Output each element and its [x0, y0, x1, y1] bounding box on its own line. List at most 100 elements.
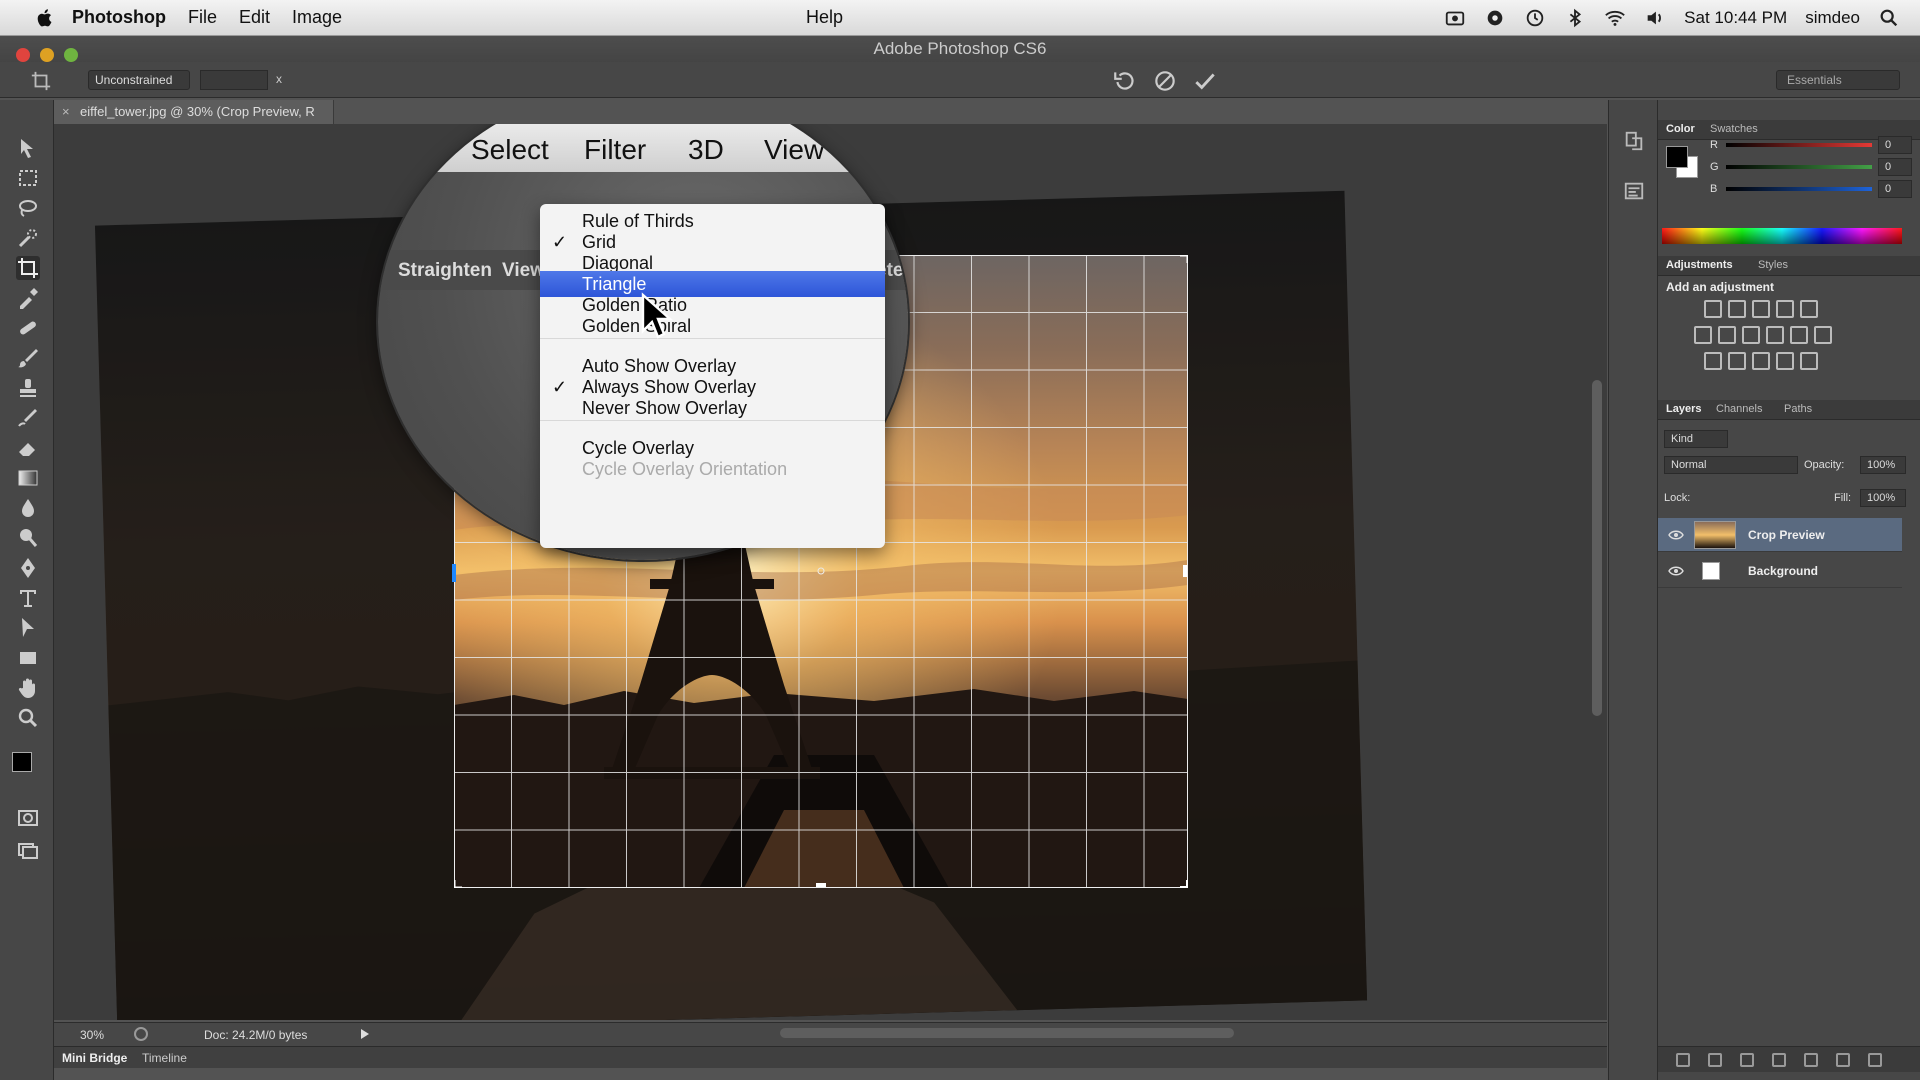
- photo-filter-icon[interactable]: [1766, 326, 1784, 344]
- delete-layer-icon[interactable]: [1868, 1053, 1882, 1067]
- menu-image[interactable]: Image: [292, 7, 342, 28]
- clone-stamp-tool-icon[interactable]: [16, 376, 40, 400]
- layer-kind-filter[interactable]: Kind: [1664, 430, 1728, 448]
- posterize-icon[interactable]: [1728, 352, 1746, 370]
- properties-panel-icon[interactable]: [1623, 180, 1645, 202]
- straighten-button[interactable]: Straighten: [398, 260, 492, 282]
- color-lookup-icon[interactable]: [1814, 326, 1832, 344]
- color-slider-b[interactable]: B0: [1710, 180, 1914, 200]
- hand-tool-icon[interactable]: [16, 676, 40, 700]
- apple-icon[interactable]: [30, 7, 60, 29]
- color-balance-icon[interactable]: [1718, 326, 1736, 344]
- move-tool-icon[interactable]: [16, 136, 40, 160]
- adjustment-layer-icon[interactable]: [1772, 1053, 1786, 1067]
- loupe-menu-3d[interactable]: 3D: [688, 134, 724, 166]
- eyedropper-tool-icon[interactable]: [16, 286, 40, 310]
- view-overlay-button[interactable]: View: [502, 260, 545, 282]
- eraser-tool-icon[interactable]: [16, 436, 40, 460]
- visibility-eye-icon[interactable]: [1668, 529, 1684, 541]
- black-white-icon[interactable]: [1742, 326, 1760, 344]
- threshold-icon[interactable]: [1752, 352, 1770, 370]
- time-machine-icon[interactable]: [1524, 7, 1546, 29]
- link-layers-icon[interactable]: [1676, 1053, 1690, 1067]
- new-group-icon[interactable]: [1804, 1053, 1818, 1067]
- dodge-tool-icon[interactable]: [16, 526, 40, 550]
- brightness-icon[interactable]: [1704, 300, 1722, 318]
- menu-file[interactable]: File: [188, 7, 217, 28]
- pen-tool-icon[interactable]: [16, 556, 40, 580]
- overlay-menu-item[interactable]: Never Show Overlay: [540, 395, 885, 421]
- overlay-menu-item[interactable]: Golden Spiral: [540, 313, 885, 339]
- brush-tool-icon[interactable]: [16, 346, 40, 370]
- layer-row-background[interactable]: Background: [1658, 554, 1902, 588]
- levels-icon[interactable]: [1728, 300, 1746, 318]
- loupe-menu-view[interactable]: View: [764, 134, 824, 166]
- tab-swatches[interactable]: Swatches: [1710, 123, 1758, 135]
- volume-icon[interactable]: [1644, 7, 1666, 29]
- vibrance-icon[interactable]: [1800, 300, 1818, 318]
- menu-edit[interactable]: Edit: [239, 7, 270, 28]
- gradient-map-icon[interactable]: [1800, 352, 1818, 370]
- channel-track[interactable]: [1726, 165, 1872, 169]
- layer-row-crop-preview[interactable]: Crop Preview: [1658, 518, 1902, 552]
- tab-paths[interactable]: Paths: [1784, 403, 1812, 415]
- loupe-menu-filter[interactable]: Filter: [584, 134, 646, 166]
- ratio-width-input[interactable]: [200, 70, 268, 90]
- tab-timeline[interactable]: Timeline: [142, 1051, 187, 1065]
- fill-input[interactable]: 100%: [1860, 489, 1906, 507]
- close-document-icon[interactable]: ×: [62, 100, 70, 124]
- rectangle-tool-icon[interactable]: [16, 646, 40, 670]
- screen-mode-icon[interactable]: [16, 838, 40, 862]
- history-brush-tool-icon[interactable]: [16, 406, 40, 430]
- channel-mixer-icon[interactable]: [1790, 326, 1808, 344]
- crop-tool-icon[interactable]: [16, 256, 40, 280]
- status-menu-arrow-icon[interactable]: [360, 1028, 370, 1040]
- vertical-scrollbar[interactable]: [1592, 380, 1602, 716]
- menu-user[interactable]: simdeo: [1805, 8, 1860, 28]
- menu-help[interactable]: Help: [806, 7, 843, 28]
- type-tool-icon[interactable]: [16, 586, 40, 610]
- tab-styles[interactable]: Styles: [1758, 259, 1788, 271]
- tab-layers[interactable]: Layers: [1666, 403, 1701, 415]
- foreground-background-color-icon[interactable]: [8, 748, 48, 788]
- ratio-select[interactable]: Unconstrained: [88, 70, 190, 90]
- cancel-crop-icon[interactable]: [1152, 68, 1178, 94]
- crop-preset-icon[interactable]: [30, 70, 52, 92]
- channel-value[interactable]: 0: [1878, 158, 1912, 176]
- camera-icon[interactable]: [1444, 7, 1466, 29]
- invert-icon[interactable]: [1704, 352, 1722, 370]
- color-slider-r[interactable]: R0: [1710, 136, 1914, 156]
- quick-mask-icon[interactable]: [16, 806, 40, 830]
- wifi-icon[interactable]: [1604, 7, 1626, 29]
- channel-track[interactable]: [1726, 187, 1872, 191]
- gradient-tool-icon[interactable]: [16, 466, 40, 490]
- exposure-icon[interactable]: [1776, 300, 1794, 318]
- path-selection-tool-icon[interactable]: [16, 616, 40, 640]
- tab-channels[interactable]: Channels: [1716, 403, 1762, 415]
- zoom-level[interactable]: 30%: [80, 1028, 104, 1042]
- curves-icon[interactable]: [1752, 300, 1770, 318]
- channel-track[interactable]: [1726, 143, 1872, 147]
- history-panel-icon[interactable]: [1623, 130, 1645, 152]
- layer-mask-icon[interactable]: [1740, 1053, 1754, 1067]
- marquee-tool-icon[interactable]: [16, 166, 40, 190]
- channel-value[interactable]: 0: [1878, 136, 1912, 154]
- hue-saturation-icon[interactable]: [1694, 326, 1712, 344]
- spotlight-search-icon[interactable]: [1878, 7, 1900, 29]
- horizontal-scrollbar[interactable]: [780, 1028, 1234, 1038]
- color-slider-g[interactable]: G0: [1710, 158, 1914, 178]
- new-layer-icon[interactable]: [1836, 1053, 1850, 1067]
- blur-tool-icon[interactable]: [16, 496, 40, 520]
- loupe-menu-select[interactable]: Select: [471, 134, 549, 166]
- tab-adjustments[interactable]: Adjustments: [1666, 259, 1733, 271]
- lasso-tool-icon[interactable]: [16, 196, 40, 220]
- document-tab[interactable]: × eiffel_tower.jpg @ 30% (Crop Preview, …: [54, 100, 334, 124]
- blend-mode-select[interactable]: Normal: [1664, 456, 1798, 474]
- visibility-eye-icon[interactable]: [1668, 565, 1684, 577]
- opacity-input[interactable]: 100%: [1860, 456, 1906, 474]
- color-spectrum-bar[interactable]: [1662, 228, 1902, 244]
- app-menu-photoshop[interactable]: Photoshop: [72, 7, 166, 28]
- canvas-area[interactable]: e Select Filter 3D View Straighten View …: [54, 124, 1607, 1020]
- record-icon[interactable]: [1484, 7, 1506, 29]
- selective-color-icon[interactable]: [1776, 352, 1794, 370]
